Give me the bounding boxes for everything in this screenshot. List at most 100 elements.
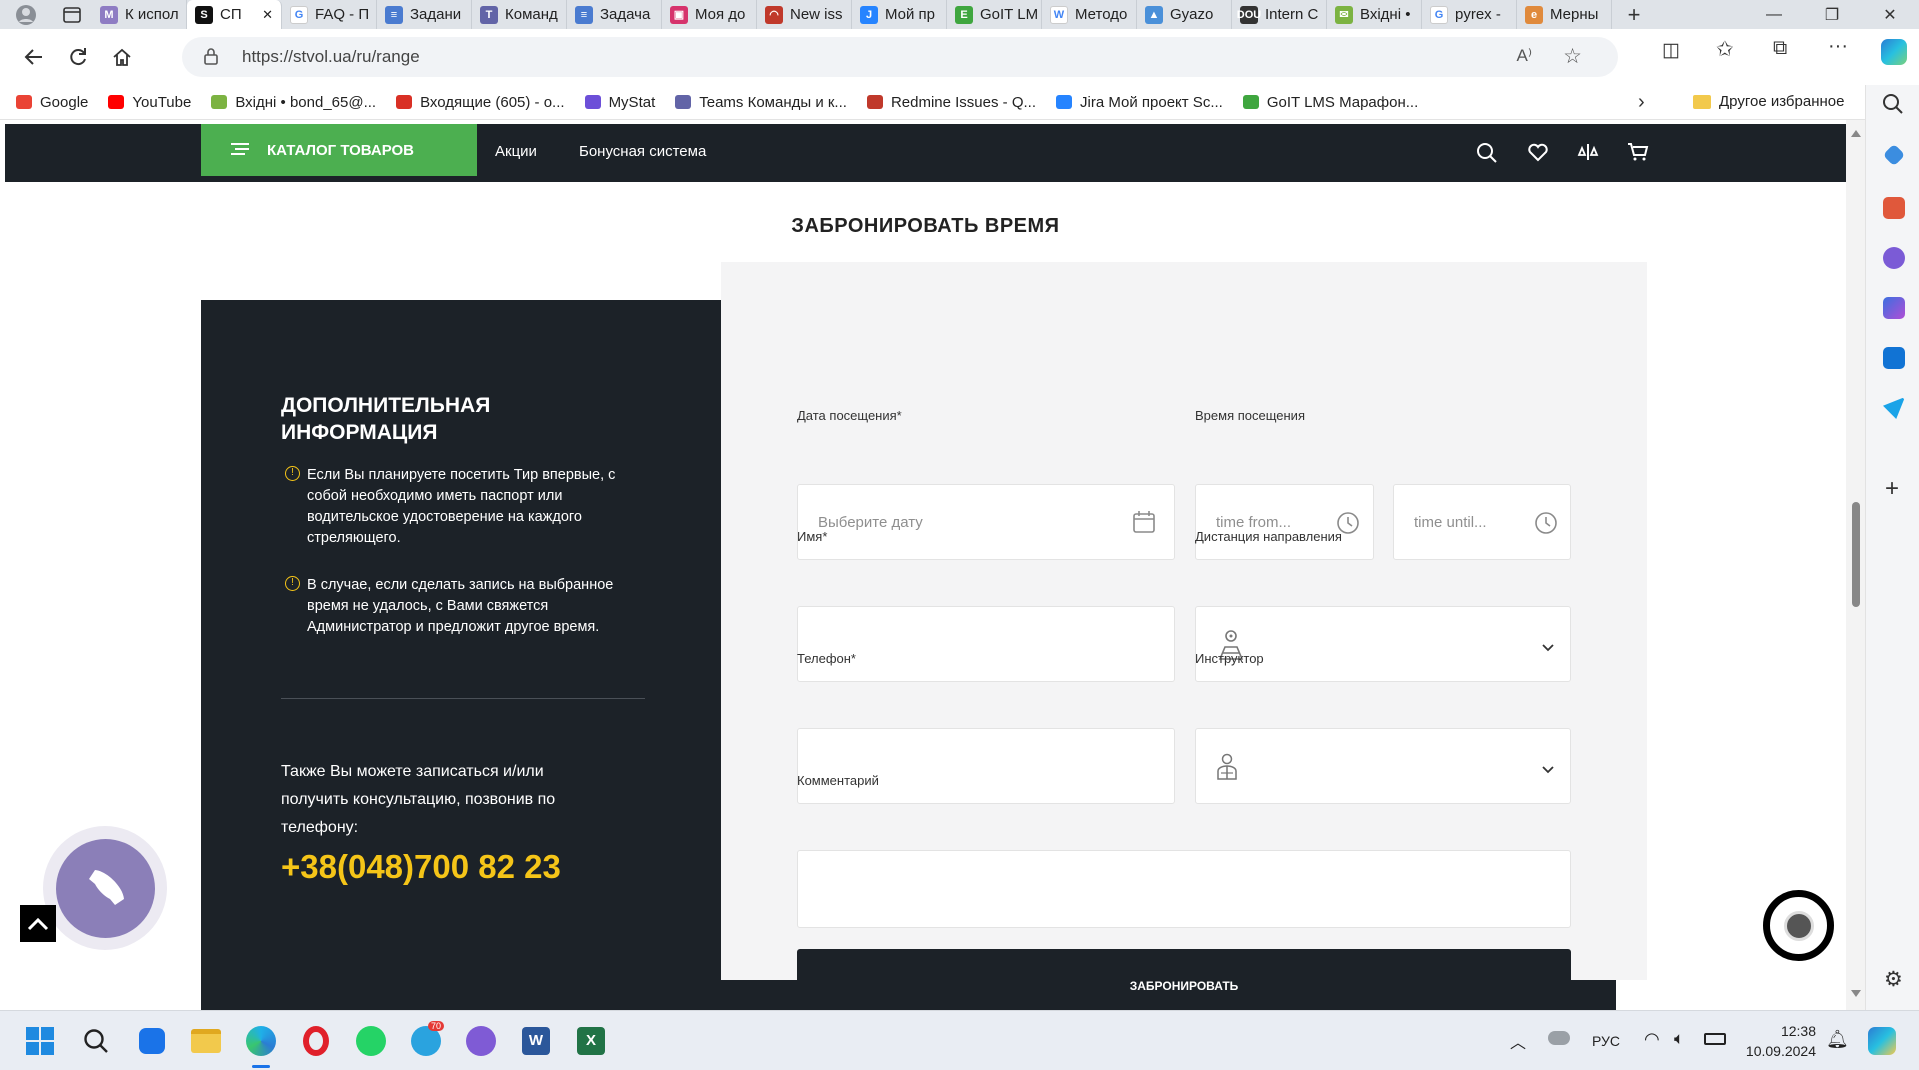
calendar-icon[interactable]: [1132, 510, 1156, 539]
whatsapp-icon[interactable]: [355, 1025, 387, 1057]
file-explorer-icon[interactable]: [190, 1025, 222, 1057]
copilot-icon[interactable]: [1881, 39, 1907, 65]
date-input[interactable]: Выберите дату: [797, 484, 1175, 560]
wishlist-heart-icon[interactable]: [1527, 142, 1549, 167]
profile-icon[interactable]: [0, 0, 52, 29]
call-widget-button[interactable]: [43, 826, 167, 950]
scroll-to-top-button[interactable]: [20, 905, 56, 942]
tab-actions-icon[interactable]: [52, 0, 92, 29]
compare-scales-icon[interactable]: [1577, 142, 1599, 167]
edge-browser-icon[interactable]: [245, 1025, 277, 1057]
browser-tab[interactable]: DOU Intern C: [1232, 0, 1327, 29]
favorite-star-icon[interactable]: ☆: [1563, 44, 1582, 69]
nav-link-promotions[interactable]: Акции: [495, 143, 537, 160]
time-until-input[interactable]: time until...: [1393, 484, 1571, 560]
distance-select[interactable]: [1195, 606, 1571, 682]
page-scrollbar[interactable]: [1846, 120, 1865, 1010]
url-bar[interactable]: https://stvol.ua/ru/range A⁾ ☆: [182, 37, 1618, 77]
wifi-icon[interactable]: ◠: [1644, 1029, 1660, 1050]
widgets-icon[interactable]: [136, 1025, 168, 1057]
restore-button[interactable]: ❐: [1803, 0, 1861, 29]
bookmark-item[interactable]: GoIT LMS Марафон...: [1233, 94, 1428, 111]
browser-tab[interactable]: M К испол: [92, 0, 187, 29]
split-screen-icon[interactable]: ◫: [1662, 39, 1680, 62]
nav-link-bonus-system[interactable]: Бонусная система: [579, 143, 706, 160]
browser-tab[interactable]: ≡ Задани: [377, 0, 472, 29]
scroll-down-icon[interactable]: [1851, 990, 1861, 997]
catalog-button[interactable]: КАТАЛОГ ТОВАРОВ: [201, 124, 477, 176]
browser-tab[interactable]: W Методо: [1042, 0, 1137, 29]
clock[interactable]: 12:38 10.09.2024: [1744, 1021, 1816, 1061]
battery-icon[interactable]: [1704, 1033, 1726, 1045]
other-favorites[interactable]: Другое избранное: [1683, 93, 1854, 110]
bookmark-item[interactable]: MyStat: [575, 94, 666, 111]
name-input[interactable]: [797, 606, 1175, 682]
browser-tab[interactable]: S СП ✕: [187, 0, 282, 29]
bookmark-item[interactable]: Входящие (605) - о...: [386, 94, 574, 111]
phone-link[interactable]: +38(048)700 82 23: [281, 848, 561, 886]
chevron-down-icon[interactable]: [1542, 761, 1554, 779]
viber-icon[interactable]: [465, 1025, 497, 1057]
instructor-select[interactable]: [1195, 728, 1571, 804]
opera-icon[interactable]: [300, 1025, 332, 1057]
search-sidebar-icon[interactable]: [1882, 93, 1904, 120]
collections-icon[interactable]: ⧉: [1773, 37, 1787, 60]
bookmark-item[interactable]: Вхідні • bond_65@...: [201, 94, 386, 111]
games-icon[interactable]: [1883, 247, 1905, 269]
minimize-button[interactable]: —: [1745, 0, 1803, 29]
browser-tab[interactable]: ▲ Gyazo: [1137, 0, 1232, 29]
bookmarks-overflow-icon[interactable]: ›: [1638, 91, 1645, 114]
refresh-icon[interactable]: [56, 37, 100, 77]
search-icon[interactable]: [1476, 142, 1498, 169]
more-menu-icon[interactable]: ···: [1828, 35, 1848, 58]
browser-tab[interactable]: G FAQ - П: [282, 0, 377, 29]
bookmark-item[interactable]: Google: [6, 94, 98, 111]
cart-icon[interactable]: [1627, 142, 1649, 167]
browser-tab[interactable]: e Мерны: [1517, 0, 1612, 29]
taskbar-search-icon[interactable]: [80, 1025, 112, 1057]
scroll-up-icon[interactable]: [1851, 130, 1861, 137]
copilot-taskbar-icon[interactable]: [1868, 1027, 1896, 1055]
home-icon[interactable]: [100, 37, 144, 77]
back-icon[interactable]: [12, 37, 56, 77]
add-sidebar-icon[interactable]: +: [1885, 475, 1899, 503]
bookmark-item[interactable]: Teams Команды и к...: [665, 94, 857, 111]
browser-tab[interactable]: ≡ Задача: [567, 0, 662, 29]
chat-widget-button[interactable]: [1763, 890, 1834, 961]
tray-overflow-icon[interactable]: ︿: [1510, 1029, 1526, 1053]
outlook-icon[interactable]: [1883, 347, 1905, 369]
windows-start-icon[interactable]: [24, 1025, 56, 1057]
send-icon[interactable]: [1883, 397, 1905, 419]
favorites-icon[interactable]: ✩: [1716, 37, 1734, 62]
tools-icon[interactable]: [1883, 197, 1905, 219]
bookmark-item[interactable]: Jira Мой проект Sc...: [1046, 94, 1233, 111]
close-window-button[interactable]: ✕: [1861, 0, 1919, 29]
word-icon[interactable]: W: [520, 1025, 552, 1057]
microsoft365-icon[interactable]: [1883, 297, 1905, 319]
close-tab-icon[interactable]: ✕: [262, 7, 273, 23]
bookmark-item[interactable]: YouTube: [98, 94, 201, 111]
phone-input[interactable]: [797, 728, 1175, 804]
time-from-input[interactable]: time from...: [1195, 484, 1374, 560]
browser-tab[interactable]: Gpyrex -: [1422, 0, 1517, 29]
book-submit-button[interactable]: ЗАБРОНИРОВАТЬ: [797, 949, 1571, 1010]
volume-icon[interactable]: 🔈︎: [1674, 1029, 1684, 1049]
browser-tab[interactable]: T Команд: [472, 0, 567, 29]
notification-bell-icon[interactable]: 🔔︎: [1826, 1029, 1849, 1050]
chevron-down-icon[interactable]: [1542, 639, 1554, 657]
new-tab-button[interactable]: +: [1612, 0, 1656, 29]
bookmark-item[interactable]: Redmine Issues - Q...: [857, 94, 1046, 111]
comment-textarea[interactable]: [797, 850, 1571, 928]
onedrive-icon[interactable]: [1548, 1031, 1570, 1045]
scrollbar-thumb[interactable]: [1852, 502, 1860, 607]
telegram-icon[interactable]: 70: [410, 1021, 445, 1057]
sidebar-settings-icon[interactable]: ⚙: [1884, 967, 1903, 992]
read-aloud-icon[interactable]: A⁾: [1516, 46, 1532, 66]
language-indicator[interactable]: РУС: [1592, 1033, 1620, 1049]
browser-tab[interactable]: ▣ Моя до: [662, 0, 757, 29]
excel-icon[interactable]: X: [575, 1025, 607, 1057]
browser-tab[interactable]: E GoIT LM: [947, 0, 1042, 29]
browser-tab[interactable]: ✉ Вхідні •: [1327, 0, 1422, 29]
browser-tab[interactable]: J Мой пр: [852, 0, 947, 29]
shopping-icon[interactable]: [1882, 143, 1906, 167]
